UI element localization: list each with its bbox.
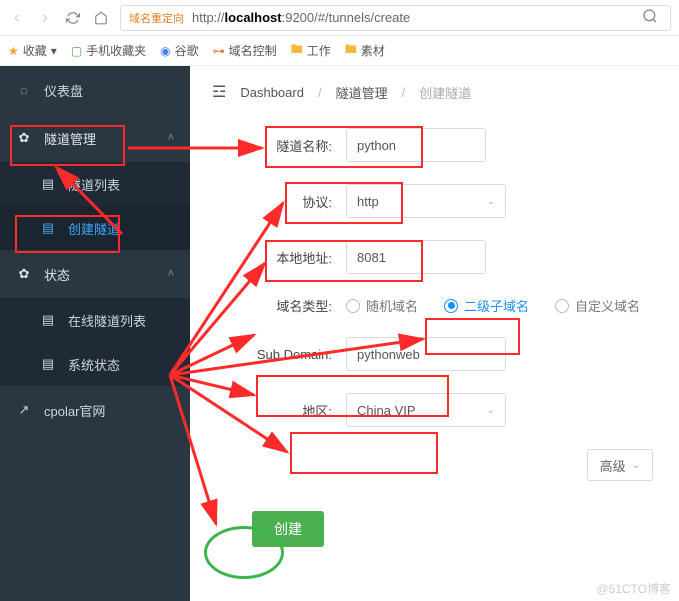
chevron-down-icon: ⌄ — [487, 405, 495, 416]
list-icon: ▤ — [40, 312, 56, 328]
local-addr-input[interactable] — [346, 240, 486, 274]
google-icon: ◉ — [160, 44, 170, 58]
sidebar-item-label: 仪表盘 — [44, 81, 83, 100]
domain-type-label: 域名类型: — [242, 296, 332, 315]
tunnel-name-label: 隧道名称: — [242, 136, 332, 155]
sidebar-item-system-status[interactable]: ▤ 系统状态 — [0, 342, 190, 386]
radio-custom-domain[interactable]: 自定义域名 — [555, 296, 640, 315]
sidebar-item-dashboard[interactable]: ◌ 仪表盘 — [0, 66, 190, 114]
folder-icon: 🖿 — [291, 40, 303, 61]
watermark: @51CTO博客 — [596, 580, 671, 597]
protocol-select[interactable]: http ⌄ — [346, 184, 506, 218]
list-icon: ▤ — [40, 220, 56, 236]
reload-button[interactable] — [64, 9, 82, 27]
sidebar-item-label: 在线隧道列表 — [68, 311, 146, 330]
gear-icon: ✿ — [16, 130, 32, 146]
sidebar-item-label: 隧道列表 — [68, 175, 120, 194]
sidebar-item-label: 创建隧道 — [68, 219, 120, 238]
sidebar-item-label: 系统状态 — [68, 355, 120, 374]
sidebar-item-tunnel-list[interactable]: ▤ 隧道列表 — [0, 162, 190, 206]
radio-random-domain[interactable]: 随机域名 — [346, 296, 418, 315]
bookmark-work[interactable]: 🖿工作 — [291, 40, 331, 61]
url-tag: 域名重定向 — [129, 10, 184, 26]
external-link-icon: ↗ — [16, 402, 32, 418]
bookmark-favorites[interactable]: ★收藏 ▾ — [8, 42, 57, 59]
breadcrumb: ☲ Dashboard / 隧道管理 / 创建隧道 — [212, 82, 657, 102]
bookmark-asset[interactable]: 🖿素材 — [345, 40, 385, 61]
sidebar: ◌ 仪表盘 ✿ 隧道管理 ˄ ▤ 隧道列表 ▤ 创建隧道 ✿ 状态 ˄ ▤ 在线… — [0, 66, 190, 601]
sidebar-item-label: 隧道管理 — [44, 129, 96, 148]
menu-icon[interactable]: ☲ — [212, 82, 226, 102]
main-content: ☲ Dashboard / 隧道管理 / 创建隧道 隧道名称: 协议: http… — [190, 66, 679, 601]
back-button[interactable] — [8, 9, 26, 27]
sidebar-item-status[interactable]: ✿ 状态 ˄ — [0, 250, 190, 298]
star-icon: ★ — [8, 44, 19, 58]
local-addr-label: 本地地址: — [242, 248, 332, 267]
chevron-down-icon: ⌄ — [632, 460, 640, 471]
sidebar-item-online-tunnel-list[interactable]: ▤ 在线隧道列表 — [0, 298, 190, 342]
bookmark-google[interactable]: ◉谷歌 — [160, 42, 199, 59]
list-icon: ▤ — [40, 356, 56, 372]
radio-subdomain[interactable]: 二级子域名 — [444, 296, 529, 315]
url-text: http://localhost:9200/#/tunnels/create — [192, 10, 634, 25]
chevron-up-icon: ˄ — [168, 132, 174, 144]
tunnel-name-input[interactable] — [346, 128, 486, 162]
sidebar-item-label: cpolar官网 — [44, 401, 105, 420]
sidebar-item-label: 状态 — [44, 265, 70, 284]
mobile-icon: ▢ — [71, 44, 82, 58]
list-icon: ▤ — [40, 176, 56, 192]
home-button[interactable] — [92, 9, 110, 27]
breadcrumb-dashboard[interactable]: Dashboard — [240, 85, 304, 100]
folder-icon: 🖿 — [345, 40, 357, 61]
protocol-label: 协议: — [242, 192, 332, 211]
breadcrumb-tunnel-mgmt[interactable]: 隧道管理 — [336, 83, 388, 102]
sidebar-item-tunnel-mgmt[interactable]: ✿ 隧道管理 ˄ — [0, 114, 190, 162]
gauge-icon: ◌ — [16, 83, 32, 98]
gear-icon: ✿ — [16, 266, 32, 282]
region-select[interactable]: China VIP ⌄ — [346, 393, 506, 427]
chevron-up-icon: ˄ — [168, 268, 174, 280]
chevron-down-icon: ⌄ — [487, 196, 495, 207]
subdomain-input[interactable] — [346, 337, 506, 371]
bookmark-mobile[interactable]: ▢手机收藏夹 — [71, 42, 146, 59]
link-icon: ⊶ — [213, 44, 225, 58]
bookmark-domain-ctrl[interactable]: ⊶域名控制 — [213, 42, 277, 59]
advanced-button[interactable]: 高级⌄ — [587, 449, 653, 481]
breadcrumb-create: 创建隧道 — [419, 83, 471, 102]
search-icon[interactable] — [642, 8, 662, 27]
url-bar[interactable]: 域名重定向 http://localhost:9200/#/tunnels/cr… — [120, 5, 671, 31]
create-button[interactable]: 创建 — [252, 511, 324, 547]
region-label: 地区: — [242, 401, 332, 420]
subdomain-label: Sub Domain: — [242, 347, 332, 362]
sidebar-item-cpolar-site[interactable]: ↗ cpolar官网 — [0, 386, 190, 434]
forward-button[interactable] — [36, 9, 54, 27]
sidebar-item-tunnel-create[interactable]: ▤ 创建隧道 — [0, 206, 190, 250]
